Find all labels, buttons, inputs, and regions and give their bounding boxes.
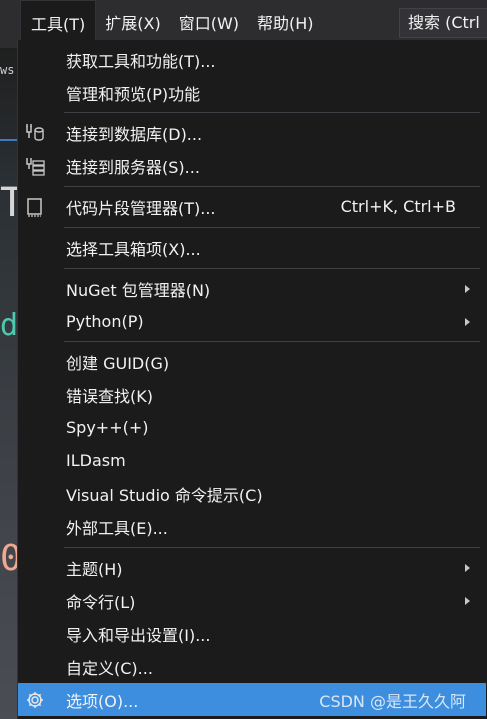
- menu-item-label: Visual Studio 命令提示(C): [66, 485, 263, 505]
- menu-item-label: 错误查找(K): [66, 386, 153, 406]
- menu-item-label: Spy++(+): [66, 418, 149, 437]
- menu-separator: [64, 227, 480, 228]
- menu-item-label: ILDasm: [66, 451, 126, 470]
- menu-item-command-line[interactable]: 命令行(L): [18, 584, 486, 617]
- submenu-arrow-icon: [465, 596, 470, 605]
- menu-item-theme[interactable]: 主题(H): [18, 551, 486, 584]
- background-text-fragment: ws: [0, 63, 15, 77]
- menu-item-label: 创建 GUID(G): [66, 353, 170, 373]
- menu-separator: [64, 268, 480, 269]
- menu-item-nuget[interactable]: NuGet 包管理器(N): [18, 272, 486, 305]
- menu-item-get-tools[interactable]: 获取工具和功能(T)...: [18, 43, 486, 76]
- submenu-arrow-icon: [465, 563, 470, 572]
- menu-separator: [64, 341, 480, 342]
- menu-item-vs-command-prompt[interactable]: Visual Studio 命令提示(C): [18, 477, 486, 510]
- menu-item-choose-toolbox[interactable]: 选择工具箱项(X)...: [18, 231, 486, 264]
- menu-item-label: 自定义(C)...: [66, 658, 153, 678]
- gear-icon: [24, 689, 46, 711]
- submenu-arrow-icon: [465, 317, 470, 326]
- menu-item-label: 命令行(L): [66, 592, 136, 612]
- menu-item-label: NuGet 包管理器(N): [66, 280, 211, 300]
- menu-item-label: 外部工具(E)...: [66, 518, 168, 538]
- menu-item-manage-preview[interactable]: 管理和预览(P)功能: [18, 76, 486, 109]
- menu-help[interactable]: 帮助(H): [248, 0, 323, 44]
- menu-item-code-snippets[interactable]: 代码片段管理器(T)... Ctrl+K, Ctrl+B: [18, 190, 486, 223]
- submenu-arrow-icon: [465, 284, 470, 293]
- background-text-fragment: d: [0, 308, 19, 343]
- search-input[interactable]: 搜索 (Ctrl: [399, 8, 487, 38]
- menu-item-python[interactable]: Python(P): [18, 305, 486, 338]
- menu-item-label: 连接到服务器(S)...: [66, 157, 200, 177]
- menu-item-label: 导入和导出设置(I)...: [66, 625, 211, 645]
- menu-item-options[interactable]: 选项(O)... CSDN @是王久久阿: [18, 683, 486, 716]
- menu-separator: [64, 186, 480, 187]
- database-connect-icon: [24, 122, 46, 144]
- tools-dropdown-menu: 获取工具和功能(T)... 管理和预览(P)功能 连接到数据库(D)... 连接…: [17, 40, 487, 719]
- menu-item-label: 代码片段管理器(T)...: [66, 198, 216, 218]
- background-editor: [0, 40, 18, 719]
- menu-item-label: 选项(O)...: [66, 691, 139, 711]
- menu-item-ildasm[interactable]: ILDasm: [18, 444, 486, 477]
- menu-item-import-export[interactable]: 导入和导出设置(I)...: [18, 617, 486, 650]
- menu-item-create-guid[interactable]: 创建 GUID(G): [18, 345, 486, 378]
- menu-extensions[interactable]: 扩展(X): [96, 0, 169, 44]
- menu-item-label: 获取工具和功能(T)...: [66, 51, 216, 71]
- menu-item-label: 选择工具箱项(X)...: [66, 239, 201, 259]
- menu-item-label: Python(P): [66, 312, 144, 331]
- menu-item-error-lookup[interactable]: 错误查找(K): [18, 378, 486, 411]
- menu-item-label: 连接到数据库(D)...: [66, 124, 203, 144]
- menu-item-connect-server[interactable]: 连接到服务器(S)...: [18, 149, 486, 182]
- watermark-text: CSDN @是王久久阿: [319, 691, 466, 711]
- server-connect-icon: [24, 155, 46, 177]
- menu-item-label: 管理和预览(P)功能: [66, 84, 201, 104]
- menu-item-spy[interactable]: Spy++(+): [18, 411, 486, 444]
- menu-item-external-tools[interactable]: 外部工具(E)...: [18, 510, 486, 543]
- snippet-manager-icon: [24, 196, 46, 218]
- menu-separator: [64, 112, 480, 113]
- menu-window[interactable]: 窗口(W): [170, 0, 248, 44]
- menu-separator: [64, 547, 480, 548]
- background-tab-indicator: [0, 139, 18, 141]
- menu-item-label: 主题(H): [66, 559, 123, 579]
- menu-item-shortcut: Ctrl+K, Ctrl+B: [340, 197, 456, 216]
- menu-item-customize[interactable]: 自定义(C)...: [18, 650, 486, 683]
- menu-item-connect-database[interactable]: 连接到数据库(D)...: [18, 116, 486, 149]
